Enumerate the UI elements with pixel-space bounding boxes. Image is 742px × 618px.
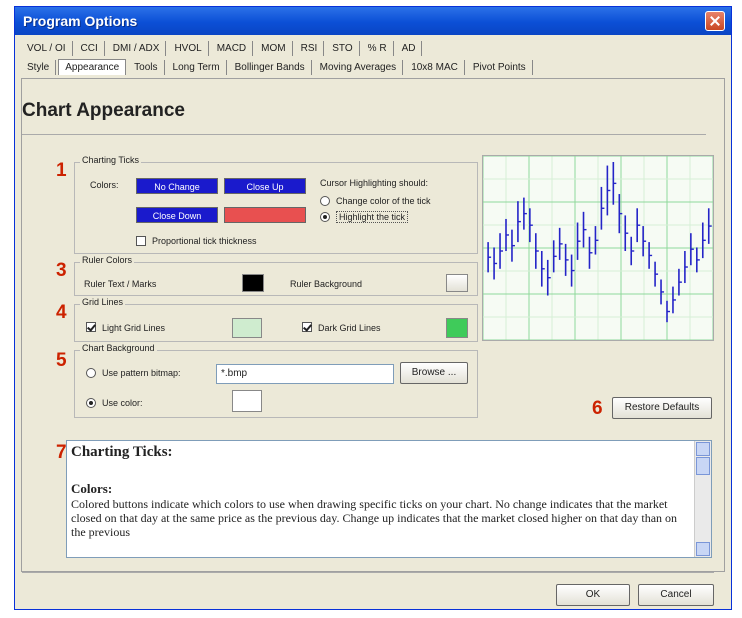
tab-macd[interactable]: MACD bbox=[211, 41, 254, 56]
tab-row-indicators: VOL / OI CCI DMI / ADX HVOL MACD MOM RSI STO% R… bbox=[21, 41, 424, 59]
proportional-tick-label: Proportional tick thickness bbox=[152, 236, 257, 246]
help-scrollbar[interactable] bbox=[694, 441, 711, 557]
callout-5: 5 bbox=[56, 350, 67, 371]
scroll-up-icon[interactable] bbox=[696, 442, 710, 456]
dark-grid-label: Dark Grid Lines bbox=[318, 323, 381, 333]
tab-moving-averages[interactable]: Moving Averages bbox=[314, 60, 404, 75]
highlight-tick-radio[interactable] bbox=[320, 212, 330, 222]
close-down-color-button[interactable]: Close Down bbox=[136, 207, 218, 223]
tab-vol-oi[interactable]: VOL / OI bbox=[21, 41, 73, 56]
change-color-radio[interactable] bbox=[320, 196, 330, 206]
window-title: Program Options bbox=[23, 13, 138, 29]
callout-4: 4 bbox=[56, 302, 67, 323]
ruler-text-color-button[interactable] bbox=[242, 274, 264, 292]
tab-dmi-adx[interactable]: DMI / ADX bbox=[107, 41, 167, 56]
tab-cci[interactable]: CCI bbox=[75, 41, 105, 56]
cursor-highlighting-label: Cursor Highlighting should: bbox=[320, 178, 429, 188]
close-down-alt-color-button[interactable] bbox=[224, 207, 306, 223]
pattern-bitmap-label: Use pattern bitmap: bbox=[102, 368, 181, 378]
chart-preview-canvas bbox=[482, 155, 714, 341]
callout-3: 3 bbox=[56, 260, 67, 281]
proportional-tick-checkbox[interactable] bbox=[136, 236, 146, 246]
light-grid-checkbox[interactable] bbox=[86, 322, 96, 332]
page-title: Chart Appearance bbox=[22, 100, 185, 121]
change-color-label: Change color of the tick bbox=[336, 196, 431, 206]
title-bar[interactable]: Program Options bbox=[15, 7, 731, 35]
tab-hvol[interactable]: HVOL bbox=[168, 41, 209, 56]
callout-1: 1 bbox=[56, 160, 67, 181]
ruler-text-marks-label: Ruler Text / Marks bbox=[84, 279, 157, 289]
tab-bollinger-bands[interactable]: Bollinger Bands bbox=[229, 60, 312, 75]
footer-divider bbox=[22, 572, 714, 573]
light-grid-label: Light Grid Lines bbox=[102, 323, 166, 333]
use-color-label: Use color: bbox=[102, 398, 143, 408]
colors-label: Colors: bbox=[90, 180, 119, 190]
chart-preview bbox=[482, 155, 714, 341]
tab-ad[interactable]: AD bbox=[396, 41, 423, 56]
tab-style[interactable]: Style bbox=[21, 60, 57, 75]
tab-rsi[interactable]: RSI bbox=[295, 41, 325, 56]
scroll-thumb[interactable] bbox=[696, 457, 710, 475]
tab-appearance[interactable]: Appearance bbox=[58, 59, 127, 75]
dark-grid-checkbox[interactable] bbox=[302, 322, 312, 332]
grid-lines-label: Grid Lines bbox=[80, 297, 126, 307]
restore-defaults-button[interactable]: Restore Defaults bbox=[612, 397, 712, 419]
close-icon[interactable] bbox=[705, 11, 725, 31]
ruler-background-label: Ruler Background bbox=[290, 279, 363, 289]
help-heading: Charting Ticks: bbox=[71, 444, 173, 460]
tab-pivot-points[interactable]: Pivot Points bbox=[467, 60, 533, 75]
tab-sto[interactable]: STO bbox=[326, 41, 360, 56]
help-text-area[interactable]: Charting Ticks: Colors: Colored buttons … bbox=[66, 440, 712, 558]
callout-6: 6 bbox=[592, 398, 603, 419]
chart-background-label: Chart Background bbox=[80, 343, 157, 353]
tab-mom[interactable]: MOM bbox=[255, 41, 293, 56]
callout-7: 7 bbox=[56, 442, 67, 463]
use-color-radio[interactable] bbox=[86, 398, 96, 408]
pattern-bitmap-input[interactable]: *.bmp bbox=[216, 364, 394, 384]
light-grid-color-button[interactable] bbox=[232, 318, 262, 338]
tab-row-settings: Style Appearance Tools Long Term Bollinger B… bbox=[21, 59, 535, 77]
tab-percent-r[interactable]: % R bbox=[362, 41, 394, 56]
tab-long-term[interactable]: Long Term bbox=[167, 60, 227, 75]
help-subheading: Colors: bbox=[71, 481, 113, 496]
tab-tools[interactable]: Tools bbox=[128, 60, 165, 75]
close-up-color-button[interactable]: Close Up bbox=[224, 178, 306, 194]
browse-button[interactable]: Browse ... bbox=[400, 362, 468, 384]
ok-button[interactable]: OK bbox=[556, 584, 630, 606]
help-paragraph: Colored buttons indicate which colors to… bbox=[71, 497, 678, 539]
dark-grid-color-button[interactable] bbox=[446, 318, 468, 338]
title-divider bbox=[22, 134, 706, 135]
background-color-button[interactable] bbox=[232, 390, 262, 412]
charting-ticks-label: Charting Ticks bbox=[80, 155, 142, 165]
cancel-button[interactable]: Cancel bbox=[638, 584, 714, 606]
no-change-color-button[interactable]: No Change bbox=[136, 178, 218, 194]
pattern-bitmap-radio[interactable] bbox=[86, 368, 96, 378]
highlight-tick-label: Highlight the tick bbox=[336, 211, 409, 223]
ruler-background-color-button[interactable] bbox=[446, 274, 468, 292]
ruler-colors-label: Ruler Colors bbox=[80, 255, 135, 265]
tab-10x8-mac[interactable]: 10x8 MAC bbox=[405, 60, 465, 75]
scroll-down-icon[interactable] bbox=[696, 542, 710, 556]
